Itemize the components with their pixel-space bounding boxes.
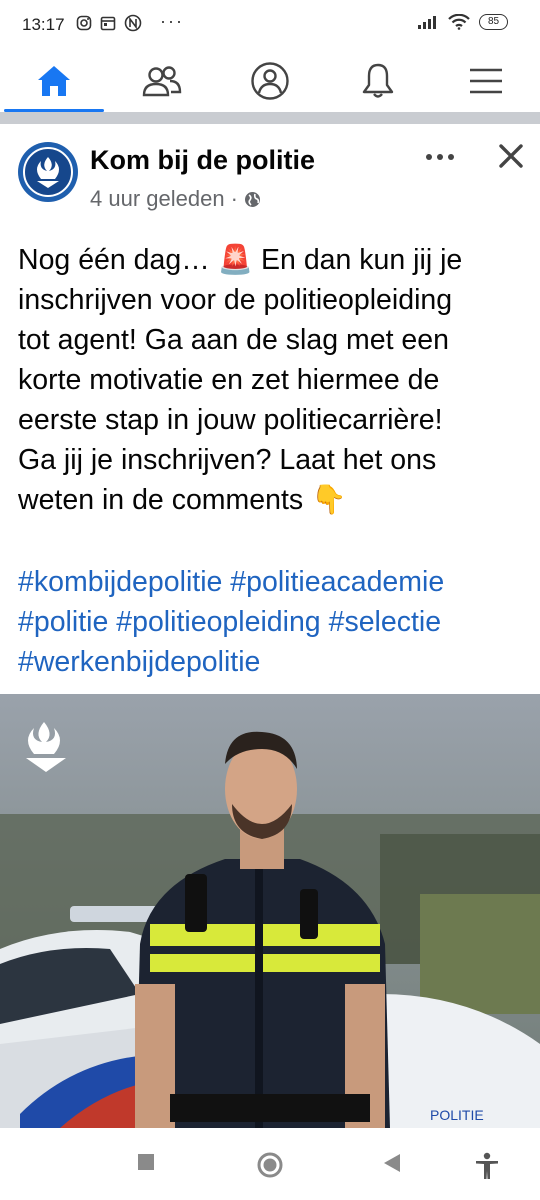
more-options-icon[interactable] — [420, 142, 460, 172]
top-navigation — [0, 50, 540, 112]
instagram-icon — [76, 15, 92, 31]
wifi-icon — [448, 14, 470, 30]
n-notification-icon — [124, 14, 142, 32]
hashtag-link[interactable]: #politie — [18, 606, 108, 638]
post-text-line: tot agent! Ga aan de slag met een — [18, 324, 449, 356]
post-header: Kom bij de politie 4 uur geleden · — [0, 124, 540, 224]
hashtag-link[interactable]: #politieopleiding — [116, 606, 320, 638]
tab-menu[interactable] — [432, 50, 540, 112]
post-text-line: Ga jij je inschrijven? Laat het ons — [18, 444, 437, 476]
status-system-icons: 85 — [417, 14, 508, 30]
post-text-line: inschrijven voor de politieopleiding — [18, 284, 453, 316]
back-button[interactable] — [381, 1152, 403, 1179]
tab-friends[interactable] — [108, 50, 216, 112]
signal-icon — [418, 16, 436, 29]
hashtag-link[interactable]: #politieacademie — [230, 566, 444, 598]
page-avatar[interactable] — [18, 142, 78, 202]
feed-separator — [0, 112, 540, 124]
politie-logo-icon — [23, 147, 73, 197]
triangle-back-icon — [384, 1154, 400, 1172]
post-body: Nog één dag… 🚨 En dan kun jij je inschri… — [18, 240, 528, 520]
meta-separator: · — [230, 186, 238, 211]
hashtag-link[interactable]: #werkenbijdepolitie — [18, 646, 260, 678]
hashtag-link[interactable]: #selectie — [329, 606, 441, 638]
status-time: 13:17 — [22, 15, 65, 34]
calendar-icon — [100, 16, 116, 31]
post-meta: 4 uur geleden · — [90, 186, 261, 212]
post-text-line: Nog één dag… 🚨 En dan kun jij je — [18, 244, 463, 276]
status-bar: 13:17 ··· 85 — [0, 0, 540, 50]
profile-icon — [251, 62, 289, 100]
accessibility-button[interactable] — [474, 1152, 500, 1185]
police-officer-photo: POLITIE — [0, 694, 540, 1128]
menu-icon — [470, 68, 502, 94]
home-button[interactable] — [257, 1152, 283, 1183]
square-icon — [138, 1154, 154, 1170]
close-icon[interactable] — [493, 138, 529, 174]
tab-profile[interactable] — [216, 50, 324, 112]
post-photo[interactable]: POLITIE — [0, 694, 540, 1128]
globe-icon — [244, 191, 260, 207]
post-text-line: korte motivatie en zet hiermee de — [18, 364, 440, 396]
home-icon — [38, 66, 70, 96]
hashtag-link[interactable]: #kombijdepolitie — [18, 566, 222, 598]
post-timestamp[interactable]: 4 uur geleden — [90, 186, 225, 212]
hashtag-list: #kombijdepolitie #politieacademie #polit… — [18, 562, 528, 682]
accessibility-icon — [476, 1152, 498, 1179]
tab-home[interactable] — [0, 50, 108, 112]
circle-icon — [257, 1152, 283, 1178]
post-text-line: weten in de comments 👇 — [18, 484, 347, 516]
status-notification-icons — [76, 14, 142, 32]
car-lettering: POLITIE — [430, 1107, 484, 1123]
status-overflow-dots: ··· — [160, 11, 184, 31]
battery-indicator: 85 — [479, 14, 508, 30]
android-navigation-bar — [0, 1128, 540, 1200]
bell-icon — [362, 63, 394, 98]
page-name[interactable]: Kom bij de politie — [90, 145, 315, 176]
post-text-line: eerste stap in jouw politiecarrière! — [18, 404, 443, 436]
friends-icon — [142, 66, 182, 97]
tab-notifications[interactable] — [324, 50, 432, 112]
recents-button[interactable] — [136, 1152, 156, 1177]
